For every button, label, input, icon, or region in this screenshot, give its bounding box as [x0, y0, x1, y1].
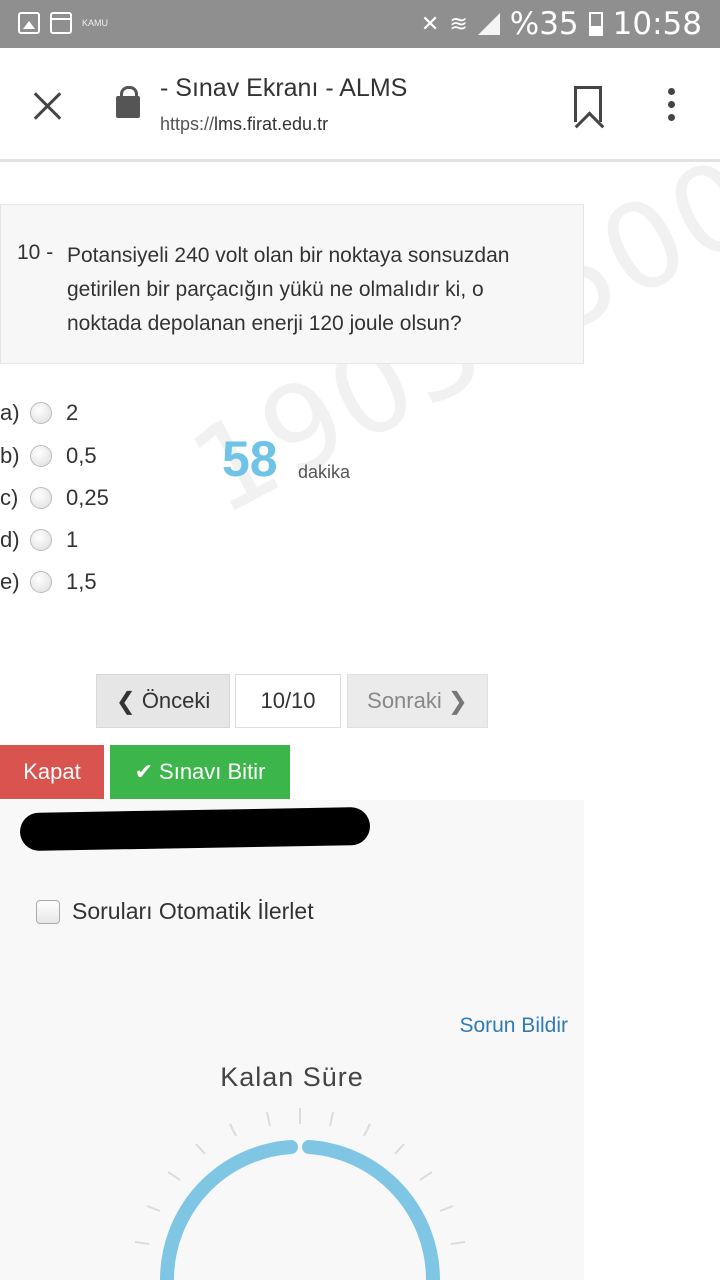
- option-a[interactable]: a) 2: [0, 398, 78, 428]
- clock: 10:58: [612, 6, 702, 42]
- battery-icon: [588, 12, 603, 36]
- option-value: 1,5: [66, 569, 97, 594]
- option-letter: d): [0, 527, 20, 552]
- option-e[interactable]: e) 1,5: [0, 567, 97, 597]
- next-label: Sonraki: [367, 688, 442, 713]
- option-c[interactable]: c) 0,25: [0, 483, 109, 513]
- previous-label: Önceki: [141, 688, 211, 713]
- gauge-arc-left: [159, 1140, 298, 1280]
- chevron-right-icon: ❯: [447, 687, 468, 715]
- bookmark-icon[interactable]: [574, 86, 602, 122]
- url-scheme: https://: [160, 114, 215, 134]
- battery-percent: %35: [509, 6, 579, 42]
- option-letter: e): [0, 569, 20, 594]
- option-radio[interactable]: [30, 529, 52, 551]
- option-value: 2: [66, 400, 79, 425]
- exam-info-panel: M Soruları Otomatik İlerlet Sorun Bildir…: [0, 800, 584, 1280]
- notification-icons: KAMU: [18, 12, 108, 34]
- auto-advance-label: Soruları Otomatik İlerlet: [72, 898, 314, 924]
- option-d[interactable]: d) 1: [0, 525, 78, 555]
- next-button[interactable]: Sonraki ❯: [347, 674, 488, 728]
- auto-advance-checkbox[interactable]: [36, 899, 60, 924]
- question-text: Potansiyeli 240 volt olan bir noktaya so…: [67, 244, 510, 335]
- question-box: 10 - Potansiyeli 240 volt olan bir nokta…: [0, 204, 584, 364]
- status-bar: KAMU ✕ ≋ %35 10:58: [0, 0, 720, 48]
- browser-toolbar: - Sınav Ekranı - ALMS https://lms.firat.…: [0, 48, 720, 162]
- question-number: 10 -: [17, 241, 54, 264]
- remaining-time-title: Kalan Süre: [220, 1062, 364, 1092]
- remaining-unit: dakika: [298, 462, 351, 482]
- browser-notification-icon: [50, 12, 72, 34]
- close-tab-icon[interactable]: [30, 88, 66, 124]
- redaction-mark: [19, 806, 371, 852]
- option-radio[interactable]: [30, 571, 52, 593]
- previous-button[interactable]: ❮ Önceki: [96, 674, 230, 728]
- option-radio[interactable]: [30, 487, 52, 509]
- option-radio[interactable]: [30, 445, 52, 467]
- option-letter: c): [0, 485, 19, 510]
- question-counter: 10/10: [235, 674, 341, 728]
- option-letter: a): [0, 400, 20, 425]
- remaining-time-gauge: [134, 1108, 466, 1280]
- option-value: 0,5: [66, 443, 97, 468]
- auto-advance-option[interactable]: Soruları Otomatik İlerlet: [36, 898, 314, 925]
- mute-icon: ✕: [420, 11, 440, 37]
- option-value: 1: [66, 527, 79, 552]
- option-letter: b): [0, 443, 20, 468]
- system-status: ✕ ≋ %35 10:58: [421, 6, 702, 42]
- kamu-notification-icon: KAMU: [82, 18, 109, 28]
- url-host: lms.firat.edu.tr: [214, 114, 329, 134]
- check-icon: ✔: [134, 759, 154, 784]
- report-problem-link[interactable]: Sorun Bildir: [459, 1014, 568, 1038]
- finish-label: Sınavı Bitir: [159, 759, 266, 784]
- gauge-arc-right: [302, 1140, 441, 1280]
- image-notification-icon: [18, 12, 40, 34]
- more-menu-icon[interactable]: [668, 88, 675, 121]
- finish-exam-button[interactable]: ✔ Sınavı Bitir: [110, 745, 290, 799]
- remaining-minutes: 58: [222, 431, 278, 487]
- chevron-left-icon: ❮: [115, 687, 136, 715]
- option-b[interactable]: b) 0,5: [0, 441, 97, 471]
- close-exam-button[interactable]: Kapat: [0, 745, 104, 799]
- signal-icon: [477, 13, 500, 35]
- lock-icon[interactable]: [116, 86, 140, 118]
- page-url[interactable]: https://lms.firat.edu.tr: [160, 114, 328, 135]
- wifi-icon: ≋: [449, 11, 468, 37]
- page-title: - Sınav Ekranı - ALMS: [160, 74, 408, 102]
- option-radio[interactable]: [30, 402, 52, 424]
- option-value: 0,25: [66, 485, 109, 510]
